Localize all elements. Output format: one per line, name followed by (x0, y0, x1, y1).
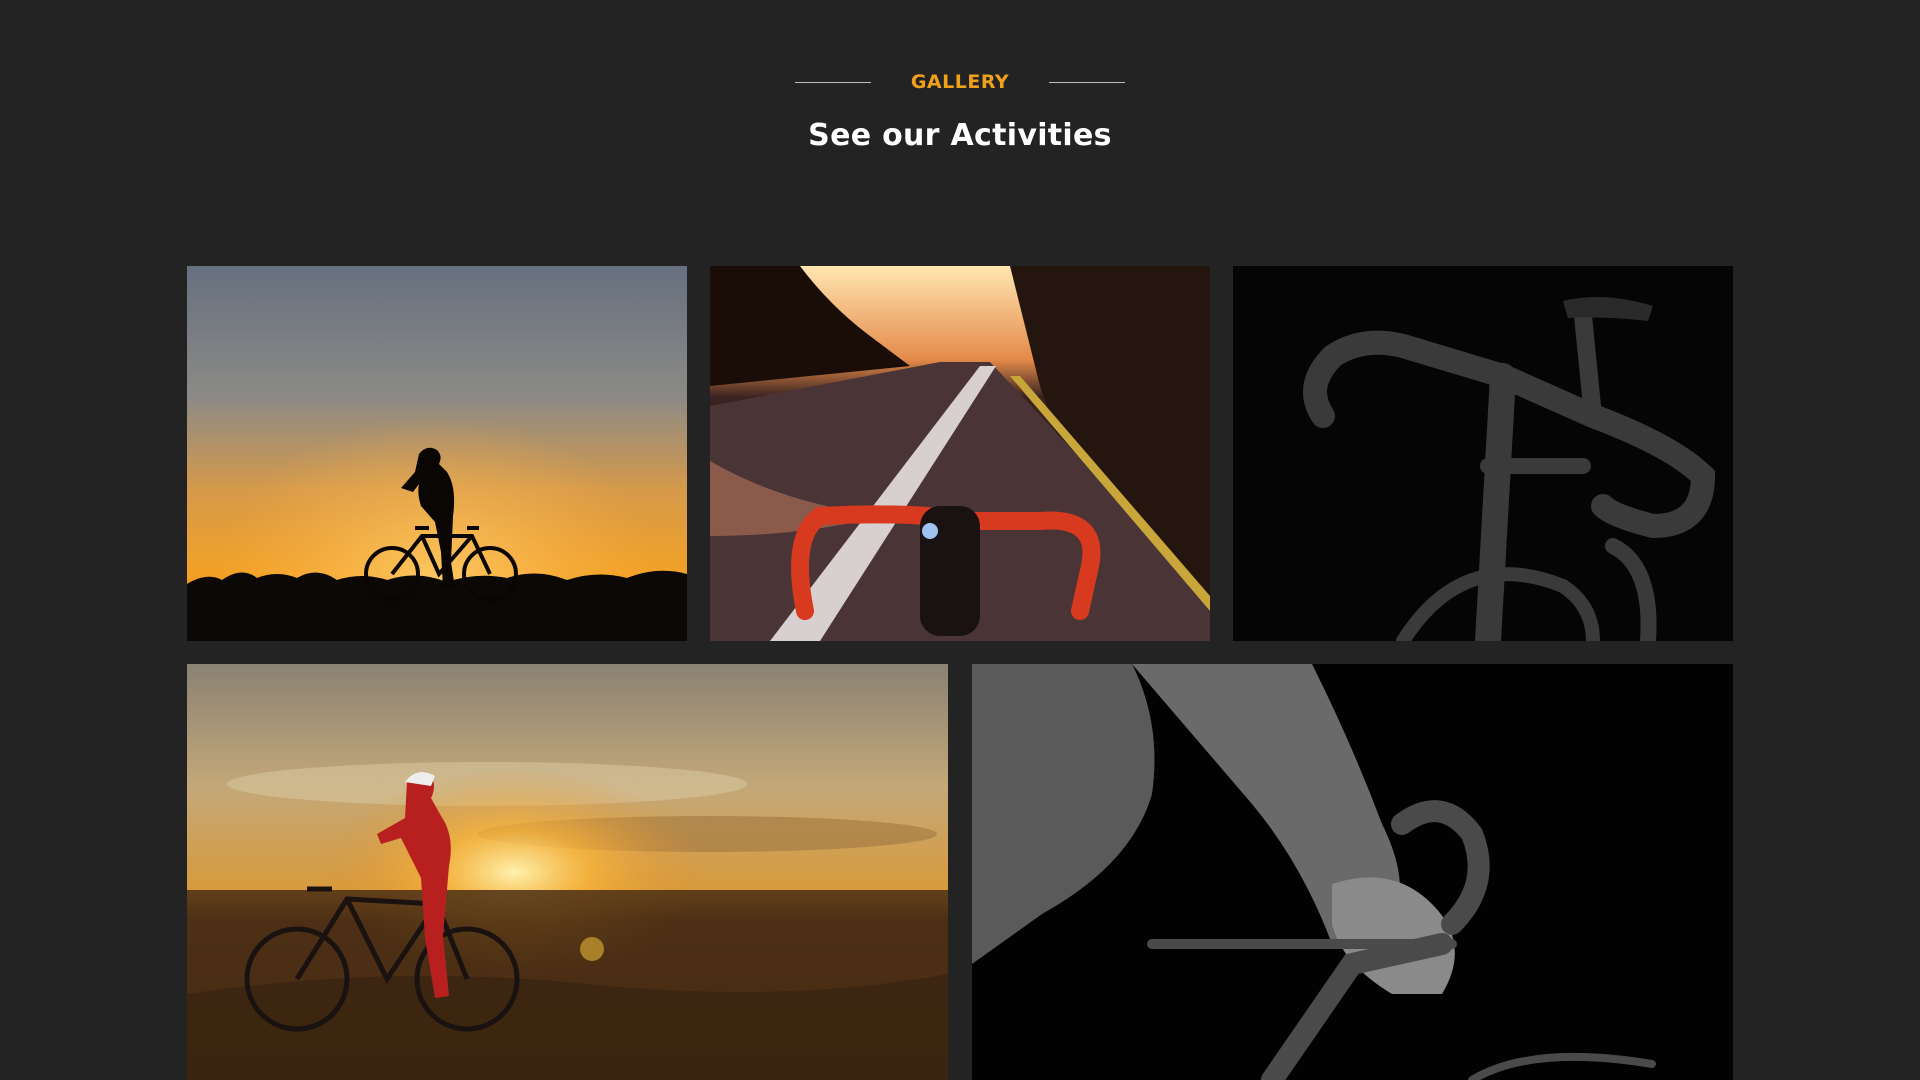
gallery-image-cyclist-silhouette-sunset[interactable] (187, 266, 687, 641)
eyebrow-right-rule (1049, 81, 1126, 83)
gallery-image-handlebar-road-pov[interactable] (710, 266, 1210, 641)
section-eyebrow: GALLERY (0, 64, 1920, 100)
gallery-image-road-bike-dark-studio[interactable] (1233, 266, 1733, 641)
eyebrow-left-rule (794, 81, 871, 83)
section-heading: See our Activities (808, 118, 1112, 153)
gallery-page: GALLERY See our Activities (0, 0, 1920, 1080)
eyebrow-label: GALLERY (910, 71, 1010, 93)
gallery-image-cyclist-drinking-sunset-field[interactable] (187, 664, 948, 1080)
gallery-image-cyclist-arms-handlebar-bw[interactable] (972, 664, 1733, 1080)
